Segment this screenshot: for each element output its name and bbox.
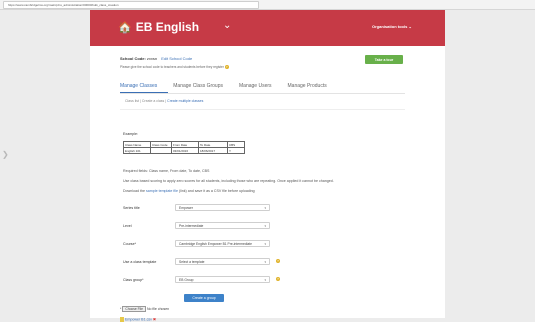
- example-table: Class Name Class Code From Date To Date …: [123, 141, 245, 154]
- table-cell: [150, 147, 172, 154]
- chevron-down-icon: ▾: [264, 224, 266, 228]
- table-cell: Y: [227, 147, 245, 154]
- help-icon[interactable]: ?: [276, 277, 280, 281]
- remove-file-icon[interactable]: ✖: [153, 317, 156, 321]
- course-value: Cambridge English Empower B1 Pre-interme…: [179, 242, 252, 246]
- series-title-label: Series title: [123, 206, 140, 210]
- cbs-note: Use class based scoring to apply zero sc…: [123, 179, 334, 183]
- class-group-label: Class group*: [123, 278, 144, 282]
- tab-manage-classes[interactable]: Manage Classes: [120, 83, 157, 89]
- tab-manage-products[interactable]: Manage Products: [288, 83, 327, 89]
- tab-manage-class-groups[interactable]: Manage Class Groups: [173, 83, 223, 89]
- brand-name: EB English: [135, 20, 200, 34]
- table-cell: 03/01/2016: [171, 147, 199, 154]
- table-cell: English 101: [123, 147, 151, 154]
- tabs-divider: [120, 93, 405, 94]
- url-field[interactable]: https://www.cambridgelms.org/main/p/ns_a…: [3, 1, 259, 9]
- school-code-note-text: Please give the school code to teachers …: [120, 65, 224, 69]
- course-select[interactable]: Cambridge English Empower B1 Pre-interme…: [175, 240, 270, 247]
- page-content: 🏠 EB English ⌄ Organisation tools ⌄ Scho…: [90, 10, 445, 322]
- class-subnav: Class list | Create a class | Create mul…: [125, 99, 203, 103]
- subnav-class-list[interactable]: Class list: [125, 99, 139, 103]
- download-note: Download the sample template file (link)…: [123, 189, 255, 193]
- table-row: English 101 03/01/2016 18/06/2017 Y: [123, 147, 245, 154]
- choose-file-button[interactable]: Choose File: [122, 306, 146, 312]
- chevron-down-icon[interactable]: ⌄: [223, 20, 231, 31]
- chevron-right-icon[interactable]: ❯: [2, 150, 9, 159]
- class-template-value: Select a template: [179, 260, 205, 264]
- required-fields-note: Required fields: Class name, From date, …: [123, 169, 210, 173]
- download-text-post: (link) and save it as a CSV file before …: [177, 189, 255, 193]
- tab-manage-users[interactable]: Manage Users: [239, 83, 272, 89]
- school-code-note: Please give the school code to teachers …: [120, 65, 229, 70]
- chevron-down-icon: ▾: [264, 260, 266, 264]
- level-select[interactable]: Pre-intermediate ▾: [175, 222, 270, 229]
- help-icon[interactable]: ?: [276, 259, 280, 263]
- series-title-select[interactable]: Empower ▾: [175, 204, 270, 211]
- chevron-down-icon: ▾: [264, 278, 266, 282]
- level-label: Level: [123, 224, 132, 228]
- subnav-create-multiple-classes[interactable]: Create multiple classes: [167, 99, 203, 103]
- level-value: Pre-intermediate: [179, 224, 204, 228]
- section-divider: [120, 109, 405, 110]
- home-icon: 🏠: [118, 21, 132, 34]
- download-text-pre: Download the: [123, 189, 146, 193]
- class-group-value: EB Group: [179, 278, 194, 282]
- chevron-down-icon: ⌄: [408, 24, 412, 29]
- file-status: No file chosen: [146, 307, 170, 311]
- attached-file-name[interactable]: Empower B1.csv: [125, 317, 152, 321]
- series-title-value: Empower: [179, 206, 193, 210]
- browser-address-bar: https://www.cambridgelms.org/main/p/ns_a…: [0, 0, 535, 10]
- organisation-tools-label: Organisation tools: [372, 24, 408, 29]
- create-group-button[interactable]: Create a group: [184, 294, 224, 302]
- chevron-down-icon: ▾: [264, 242, 266, 246]
- edit-school-code-link[interactable]: Edit School Code: [161, 56, 192, 61]
- table-cell: 18/06/2017: [198, 147, 228, 154]
- take-a-tour-button[interactable]: Take a tour: [365, 55, 403, 64]
- school-code-value: zxxsn: [146, 56, 158, 61]
- organisation-tools-menu[interactable]: Organisation tools ⌄: [372, 24, 412, 29]
- required-asterisk: *: [120, 307, 122, 311]
- school-code-label: School Code:: [120, 56, 146, 61]
- course-label: Course*: [123, 242, 136, 246]
- subnav-separator: |: [140, 99, 141, 103]
- example-title: Example:: [123, 132, 138, 136]
- subnav-create-class[interactable]: Create a class: [142, 99, 164, 103]
- brand-logo[interactable]: 🏠 EB English: [118, 20, 199, 34]
- class-template-label: Use a class template: [123, 260, 157, 264]
- class-group-select[interactable]: EB Group ▾: [175, 276, 270, 283]
- file-upload-row: * Choose File No file chosen: [120, 306, 169, 312]
- chevron-down-icon: ▾: [264, 206, 266, 210]
- class-template-select[interactable]: Select a template ▾: [175, 258, 270, 265]
- info-badge-icon[interactable]: ?: [224, 65, 229, 70]
- sample-template-link[interactable]: sample template file: [146, 189, 178, 193]
- top-navigation-bar: 🏠 EB English ⌄ Organisation tools ⌄: [90, 10, 445, 46]
- management-tabs: Manage Classes Manage Class Groups Manag…: [120, 83, 327, 89]
- school-code-line: School Code: zxxsn Edit School Code: [120, 56, 192, 61]
